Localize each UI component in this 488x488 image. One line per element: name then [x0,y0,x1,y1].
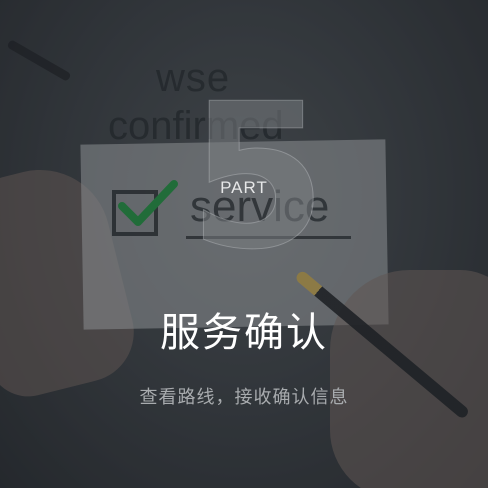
section-card: wse confirmed service 5 PART 服务确认 查看路线，接… [0,0,488,488]
section-title: 服务确认 [160,310,328,356]
section-subtitle: 查看路线，接收确认信息 [139,387,349,408]
part-label: PART [220,178,268,197]
